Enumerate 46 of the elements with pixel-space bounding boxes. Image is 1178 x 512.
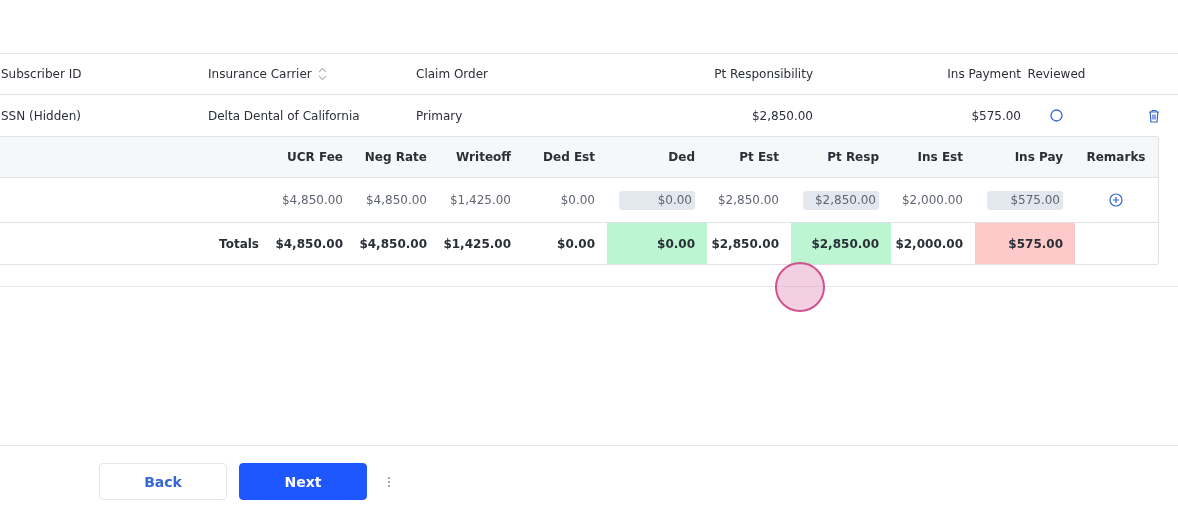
column-header: Ins Payment [946,67,1021,81]
column-header: Ins Est [917,150,963,164]
table-cell: $575.00 [971,108,1021,123]
table-cell: $0.00 [560,193,595,207]
column-header: Pt Resp [827,150,879,164]
highlighted-cell: $0.00 [607,223,707,264]
trash-icon[interactable] [1148,108,1160,123]
table-cell: $4,850.00 [281,193,343,207]
amount-field[interactable]: $0.00 [619,190,695,210]
table-cell: $2,850.00 [717,193,779,207]
column-header: Neg Rate [364,150,427,164]
column-header: Reviewed [1026,67,1087,81]
table-cell: SSN (Hidden) [1,108,81,123]
amount-field[interactable]: $2,850.00 [803,190,879,210]
amount-field[interactable]: $575.00 [987,190,1063,210]
column-header: Pt Responsibility [713,67,813,81]
table-cell: $2,850.00 [711,236,779,251]
table-cell: Primary [416,108,463,123]
column-header: Subscriber ID [0,67,83,81]
highlighted-cell: $575.00 [975,223,1075,264]
table-cell: $2,000.00 [901,193,963,207]
radio-button[interactable] [1050,109,1063,122]
column-header: Ded [668,150,695,164]
column-header: Claim Order [416,67,489,81]
column-header: Writeoff [456,150,511,164]
column-header: UCR Fee [287,150,343,164]
table-cell: $2,850.00 [751,108,813,123]
column-header: Pt Est [739,150,779,164]
add-icon[interactable] [1109,193,1123,207]
column-header: Ins Pay [1014,150,1063,164]
back-button[interactable]: Back [99,463,227,500]
column-header: Ded Est [543,150,595,164]
column-header: Remarks [1086,150,1146,164]
table-cell: $4,850.00 [359,236,427,251]
click-indicator [775,262,825,312]
next-button[interactable]: Next [239,463,367,500]
table-cell: $4,850.00 [365,193,427,207]
table-cell: $1,425.00 [449,193,511,207]
table-cell: $4,850.00 [275,236,343,251]
column-header[interactable]: Insurance Carrier [208,67,416,81]
table-cell: Delta Dental of California [208,108,360,123]
table-cell: $0.00 [557,236,595,251]
highlighted-cell: $2,850.00 [791,223,891,264]
row-label: Totals [219,236,259,251]
table-cell: $1,425.00 [443,236,511,251]
table-cell: $2,000.00 [895,236,963,251]
